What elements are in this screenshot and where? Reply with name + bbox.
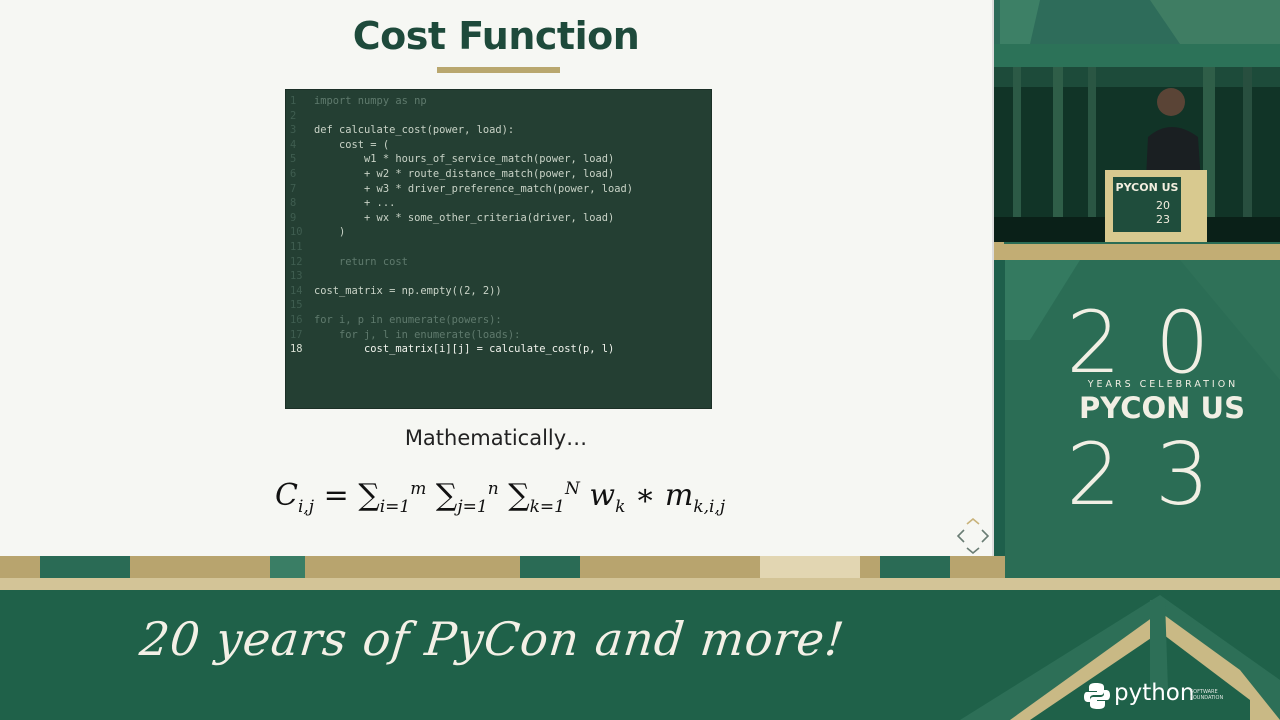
- code-line: 4 cost = (: [286, 138, 711, 153]
- code-line-number: 3: [290, 124, 297, 137]
- code-line: 6 + w2 * route_distance_match(power, loa…: [286, 167, 711, 182]
- code-line: 1 import numpy as np: [286, 94, 711, 109]
- speaker-video: PYCON US 20 23: [993, 67, 1280, 242]
- code-line-number: 14: [290, 284, 303, 297]
- code-line-text: + ...: [314, 197, 396, 210]
- code-line-number: 12: [290, 255, 303, 268]
- code-line: 3 def calculate_cost(power, load):: [286, 123, 711, 138]
- code-line-number: 8: [290, 197, 297, 210]
- sum-3-upper: N: [564, 479, 580, 499]
- code-line-text: ): [314, 226, 346, 239]
- code-line-number: 6: [290, 167, 297, 180]
- formula-lhs-sub: i,j: [297, 497, 315, 517]
- python-wordmark: python: [1114, 680, 1195, 706]
- code-line-number: 1: [290, 95, 297, 107]
- nav-right-icon: [981, 529, 990, 543]
- code-line: 15: [286, 298, 711, 313]
- code-line: 2: [286, 109, 711, 124]
- sum-symbol-2: ∑: [435, 478, 458, 513]
- formula-w-sub: k: [615, 497, 626, 517]
- sum-1-upper: m: [410, 479, 427, 499]
- code-line: 12 return cost: [286, 255, 711, 270]
- podium-year-bottom: 23: [1156, 213, 1170, 226]
- code-line: 5 w1 * hours_of_service_match(power, loa…: [286, 152, 711, 167]
- code-line: 8 + ...: [286, 196, 711, 211]
- code-line: 7 + w3 * driver_preference_match(power, …: [286, 182, 711, 197]
- code-block: 1 import numpy as np 2 3 def calculate_cost(…: [285, 89, 712, 409]
- code-line-text: cost = (: [314, 138, 390, 151]
- code-line-text: for j, l in enumerate(loads):: [314, 328, 521, 341]
- formula-times: ∗: [634, 478, 656, 513]
- code-line-text: cost_matrix = np.empty((2, 2)): [314, 284, 502, 297]
- formula-lhs: C: [275, 478, 298, 513]
- code-line: 11: [286, 240, 711, 255]
- code-line-text: w1 * hours_of_service_match(power, load): [314, 153, 615, 166]
- slide-title: Cost Function: [352, 14, 640, 58]
- code-line-text: + w2 * route_distance_match(power, load): [314, 167, 615, 180]
- math-label: Mathematically…: [404, 426, 588, 450]
- formula-m-sub: k,i,j: [693, 497, 726, 517]
- code-line-text: cost_matrix[i][j] = calculate_cost(p, l): [314, 343, 615, 356]
- sum-symbol-3: ∑: [508, 478, 530, 513]
- code-line-text: return cost: [314, 255, 408, 268]
- sum-2-lower: j=1: [457, 497, 488, 517]
- code-line-number: 18: [290, 343, 303, 356]
- podium-year-top: 20: [1156, 199, 1170, 212]
- sum-1-lower: i=1: [379, 497, 411, 517]
- code-line-text: def calculate_cost(power, load):: [314, 124, 515, 137]
- formula-equals: =: [323, 478, 349, 513]
- code-line: 10 ): [286, 225, 711, 240]
- speaker-camera-feed: PYCON US 20 23: [993, 67, 1280, 242]
- banner-tagline: 20 years of PyCon and more!: [137, 612, 848, 666]
- nav-down-icon: [966, 547, 980, 554]
- nav-up-icon: [966, 518, 980, 525]
- python-subtitle: SOFTWARE FOUNDATION: [1190, 689, 1224, 701]
- presentation-slide: Cost Function 1 import numpy as np 2 3 def c…: [0, 0, 994, 556]
- code-line-number: 4: [290, 138, 297, 151]
- podium-title: PYCON US: [1116, 181, 1179, 194]
- code-line-number: 15: [290, 299, 303, 312]
- code-line: 16 for i, p in enumerate(powers):: [286, 313, 711, 328]
- sum-2-upper: n: [487, 479, 499, 499]
- code-line-number: 10: [290, 226, 303, 239]
- code-line-number: 7: [290, 182, 297, 195]
- code-line: 9 + wx * some_other_criteria(driver, loa…: [286, 211, 711, 226]
- nav-left-icon: [956, 529, 965, 543]
- code-line: 18 cost_matrix[i][j] = calculate_cost(p,…: [286, 342, 711, 357]
- code-line: 13: [286, 269, 711, 284]
- code-line-text: + wx * some_other_criteria(driver, load): [314, 211, 615, 224]
- logo-pycon-us: PYCON US: [1079, 391, 1245, 425]
- logo-bottom-digits: 23: [1066, 425, 1244, 525]
- code-line-number: 5: [290, 153, 297, 166]
- code-line-number: 13: [290, 270, 303, 283]
- code-line-number: 17: [290, 328, 303, 341]
- title-underline: [437, 67, 560, 73]
- code-line-number: 16: [290, 313, 303, 326]
- sum-symbol-1: ∑: [358, 478, 380, 513]
- code-line-text: import numpy as np: [314, 95, 427, 107]
- pycon-logo: 20 YEARS CELEBRATION PYCON US 23: [1005, 290, 1280, 520]
- logo-top-digits: 20: [1066, 293, 1244, 393]
- formula-m: m: [664, 478, 694, 513]
- code-line-number: 2: [290, 109, 297, 122]
- cost-formula: Ci,j = ∑i=1m ∑j=1n ∑k=1N wk ∗ mk,i,j: [275, 478, 725, 528]
- code-line-number: 11: [290, 240, 303, 253]
- formula-w: w: [589, 478, 616, 513]
- code-line-number: 9: [290, 211, 297, 224]
- slide-navigation-control[interactable]: [955, 518, 991, 554]
- code-line-text: for i, p in enumerate(powers):: [314, 313, 502, 326]
- code-line-text: + w3 * driver_preference_match(power, lo…: [314, 182, 634, 195]
- python-logo-icon: [1084, 683, 1110, 709]
- code-line: 17 for j, l in enumerate(loads):: [286, 328, 711, 343]
- logo-years-celebration: YEARS CELEBRATION: [1087, 379, 1239, 390]
- code-line: 14 cost_matrix = np.empty((2, 2)): [286, 284, 711, 299]
- sum-3-lower: k=1: [529, 497, 565, 517]
